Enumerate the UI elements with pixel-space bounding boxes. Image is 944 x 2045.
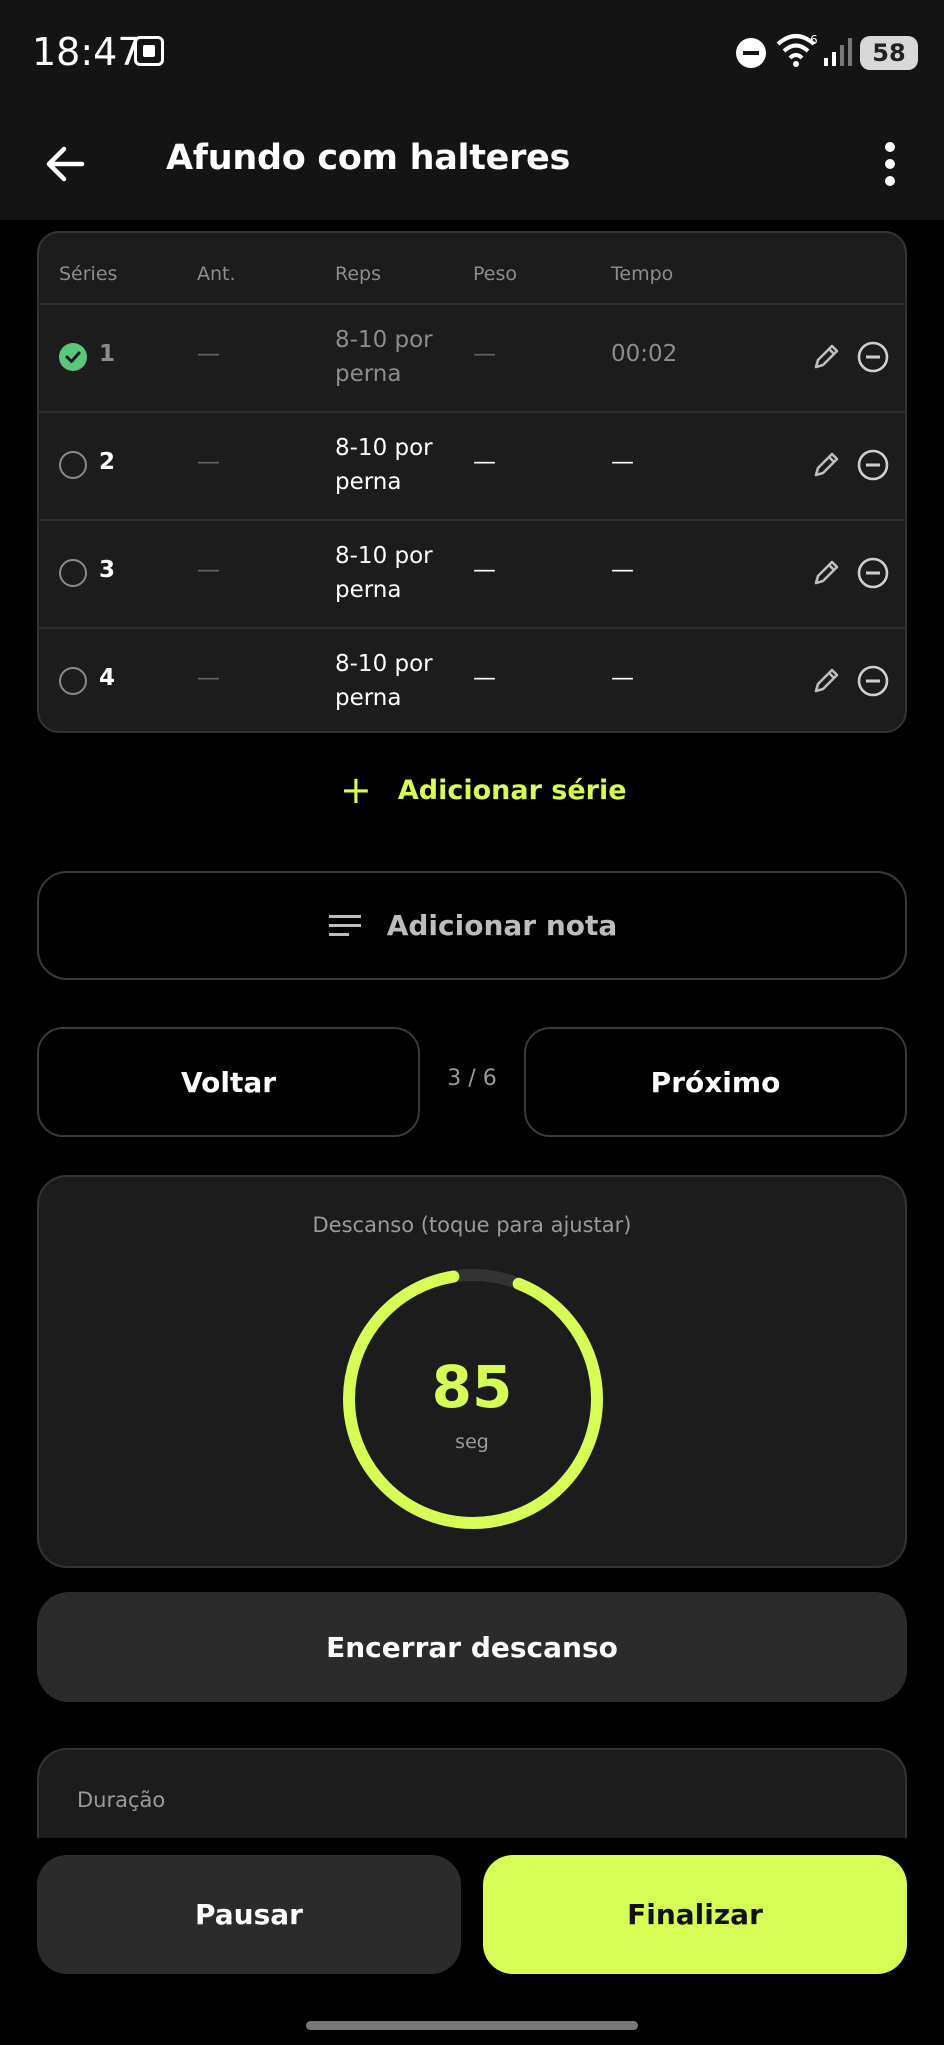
plus-icon: + [340, 768, 372, 812]
pause-label: Pausar [195, 1898, 303, 1931]
battery-icon: 58 [860, 36, 918, 70]
table-row[interactable]: 3 — 8-10 por perna — — [39, 519, 905, 629]
previous-value: — [197, 665, 220, 691]
rest-seconds-value: 85 [431, 1353, 513, 1421]
exercise-counter: 3 / 6 [447, 1066, 497, 1091]
notes-icon [328, 914, 361, 936]
dnd-icon [736, 38, 766, 68]
minus-circle-icon[interactable] [856, 340, 890, 374]
previous-value: — [197, 341, 220, 367]
time-value[interactable]: 00:02 [611, 341, 677, 367]
end-rest-button[interactable]: Encerrar descanso [37, 1592, 907, 1702]
minus-circle-icon[interactable] [856, 448, 890, 482]
finish-button[interactable]: Finalizar [483, 1855, 907, 1974]
rest-timer-label: Descanso (toque para ajustar) [312, 1213, 632, 1237]
rest-timer-card[interactable]: Descanso (toque para ajustar) 85 seg [37, 1175, 907, 1568]
set-checkbox[interactable] [59, 667, 87, 695]
reps-value[interactable]: 8-10 por perna [335, 323, 445, 391]
set-checkbox[interactable] [59, 451, 87, 479]
table-row[interactable]: 2 — 8-10 por perna — — [39, 411, 905, 521]
column-header-reps: Reps [335, 263, 381, 285]
reps-value[interactable]: 8-10 por perna [335, 431, 445, 499]
set-number: 3 [99, 557, 116, 583]
reps-value[interactable]: 8-10 por perna [335, 647, 445, 715]
reps-value[interactable]: 8-10 por perna [335, 539, 445, 607]
home-indicator[interactable] [306, 2021, 638, 2030]
pencil-icon[interactable] [809, 664, 843, 698]
time-value[interactable]: — [611, 665, 634, 691]
table-row[interactable]: 4 — 8-10 por perna — — [39, 627, 905, 731]
page-title: Afundo com halteres [166, 138, 571, 178]
weight-value[interactable]: — [473, 449, 496, 475]
set-number: 4 [99, 665, 116, 691]
pencil-icon[interactable] [809, 448, 843, 482]
signal-icon [824, 38, 852, 66]
arrow-left-icon[interactable] [38, 136, 94, 192]
add-note-label: Adicionar nota [386, 909, 618, 942]
column-header-series: Séries [59, 263, 118, 285]
status-bar: 18:47 6 58 [0, 0, 944, 110]
set-number: 1 [99, 341, 116, 367]
end-rest-label: Encerrar descanso [326, 1630, 618, 1664]
status-time: 18:47 [32, 30, 142, 74]
back-exercise-label: Voltar [180, 1065, 277, 1099]
minus-circle-icon[interactable] [856, 556, 890, 590]
pause-button[interactable]: Pausar [37, 1855, 461, 1974]
next-exercise-button[interactable]: Próximo [524, 1027, 907, 1137]
next-exercise-label: Próximo [650, 1065, 781, 1099]
column-header-time: Tempo [611, 263, 674, 285]
pencil-icon[interactable] [809, 556, 843, 590]
set-checkbox[interactable] [59, 559, 87, 587]
add-note-button[interactable]: Adicionar nota [37, 871, 907, 980]
set-number: 2 [99, 449, 116, 475]
previous-value: — [197, 449, 220, 475]
duration-label: Duração [77, 1788, 166, 1812]
column-header-weight: Peso [473, 263, 517, 285]
column-header-previous: Ant. [197, 263, 236, 285]
sets-table: Séries Ant. Reps Peso Tempo 1 — 8-10 por p… [37, 231, 907, 733]
table-header: Séries Ant. Reps Peso Tempo [39, 233, 905, 305]
weight-value[interactable]: — [473, 341, 496, 367]
network-badge: 6 [810, 33, 818, 47]
set-checkbox[interactable] [59, 343, 87, 371]
pencil-icon[interactable] [809, 340, 843, 374]
time-value[interactable]: — [611, 557, 634, 583]
weight-value[interactable]: — [473, 665, 496, 691]
finish-label: Finalizar [627, 1898, 763, 1931]
rest-seconds-unit: seg [455, 1431, 489, 1453]
add-series-label: Adicionar série [397, 774, 627, 806]
table-row[interactable]: 1 — 8-10 por perna — 00:02 [39, 303, 905, 413]
add-series-button[interactable]: + Adicionar série [340, 768, 627, 812]
minus-circle-icon[interactable] [856, 664, 890, 698]
weight-value[interactable]: — [473, 557, 496, 583]
screenshot-icon [134, 36, 164, 66]
wifi-icon: 6 [776, 33, 818, 67]
more-vertical-icon[interactable] [870, 134, 910, 194]
time-value[interactable]: — [611, 449, 634, 475]
back-exercise-button[interactable]: Voltar [37, 1027, 420, 1137]
app-bar: Afundo com halteres [0, 110, 944, 220]
previous-value: — [197, 557, 220, 583]
